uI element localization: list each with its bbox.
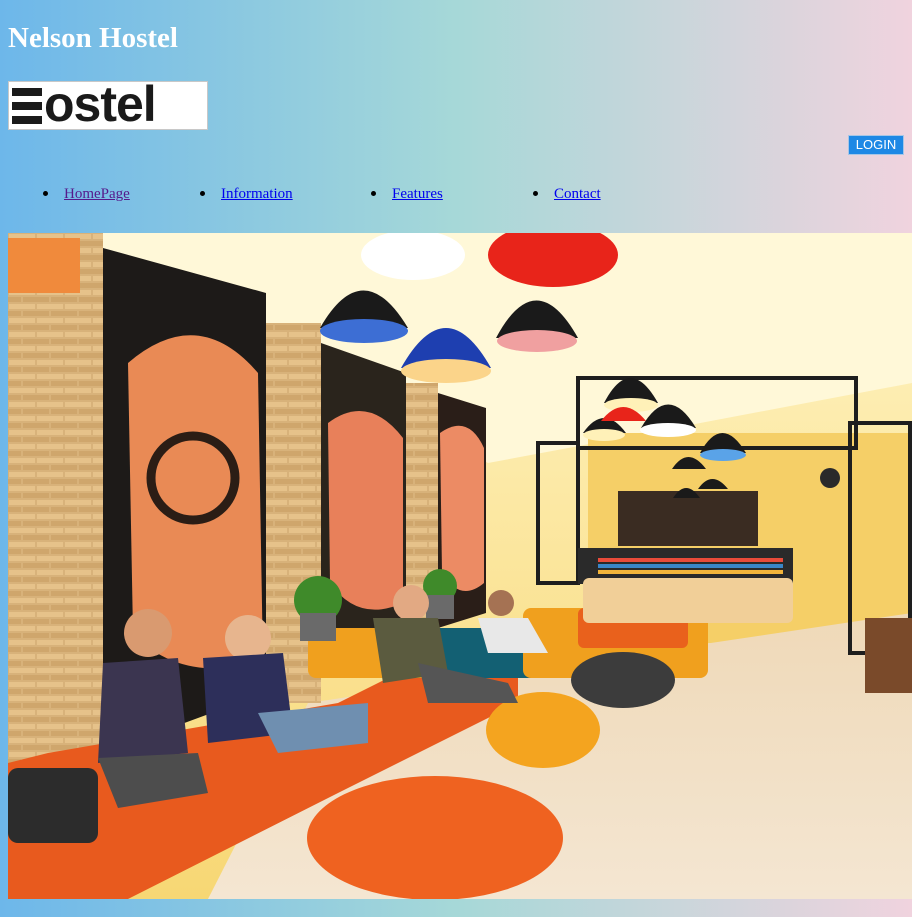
nav-item-information: Information <box>200 176 293 212</box>
bullet-icon <box>371 191 376 196</box>
bullet-icon <box>533 191 538 196</box>
bullet-icon <box>43 191 48 196</box>
hero-image <box>8 233 912 899</box>
nav-item-contact: Contact <box>533 176 601 212</box>
logo-h-mark <box>12 87 42 124</box>
logo-text: ostel <box>44 81 157 130</box>
nav-link-features[interactable]: Features <box>392 186 443 202</box>
bullet-icon <box>200 191 205 196</box>
nav-item-features: Features <box>371 176 443 212</box>
nav-item-homepage: HomePage <box>43 176 130 212</box>
nav-link-contact[interactable]: Contact <box>554 186 601 202</box>
hostel-logo: ostel <box>8 81 208 130</box>
site-title: Nelson Hostel <box>8 22 178 54</box>
login-button[interactable]: LOGIN <box>848 135 904 155</box>
nav-link-information[interactable]: Information <box>221 186 293 202</box>
main-nav: HomePage Information Features Contact <box>0 176 912 212</box>
nav-link-homepage[interactable]: HomePage <box>64 186 130 202</box>
